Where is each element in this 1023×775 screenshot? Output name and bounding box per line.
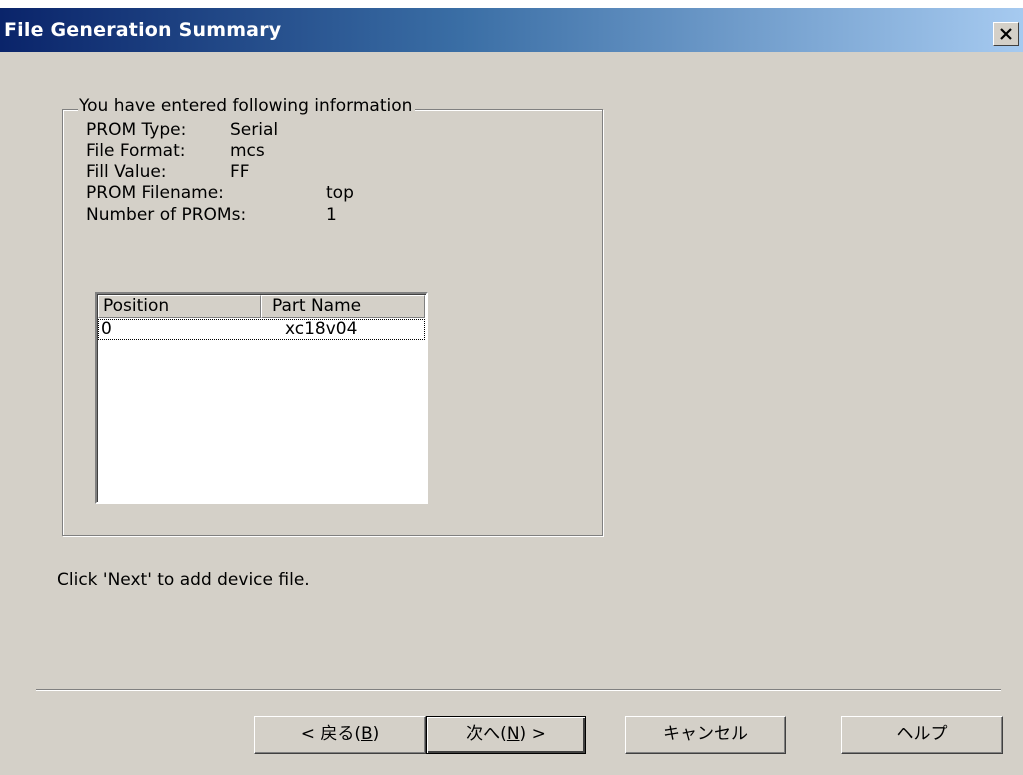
info-label: PROM Filename:	[86, 183, 224, 203]
info-value: FF	[230, 162, 250, 182]
list-header: Position Part Name	[98, 295, 425, 318]
column-header-position[interactable]: Position	[98, 295, 261, 318]
cell-position: 0	[101, 319, 112, 339]
title-bar[interactable]: File Generation Summary	[0, 8, 1023, 52]
info-label: Number of PROMs:	[86, 205, 247, 225]
info-value: 1	[326, 205, 337, 225]
column-header-label: Part Name	[272, 296, 362, 316]
info-label: PROM Type:	[86, 120, 187, 140]
close-icon	[1000, 28, 1012, 40]
info-label: File Format:	[86, 141, 186, 161]
dialog-body: You have entered following information P…	[0, 52, 1023, 775]
instruction-text: Click 'Next' to add device file.	[57, 570, 310, 590]
column-header-label: Position	[103, 296, 170, 316]
table-row[interactable]: 0 xc18v04	[98, 319, 425, 340]
column-header-part-name[interactable]: Part Name	[261, 295, 425, 318]
prom-list[interactable]: Position Part Name 0 xc18v04	[95, 292, 428, 504]
cancel-button[interactable]: キャンセル	[625, 716, 786, 754]
window-title: File Generation Summary	[4, 19, 282, 41]
info-label: Fill Value:	[86, 162, 167, 182]
divider	[36, 689, 1001, 691]
help-button[interactable]: ヘルプ	[841, 716, 1003, 754]
next-button[interactable]: 次へ(N) >	[426, 716, 586, 754]
info-value: Serial	[230, 120, 279, 140]
summary-group-title: You have entered following information	[78, 95, 416, 117]
info-value: top	[326, 183, 354, 203]
cell-part-name: xc18v04	[285, 319, 358, 339]
background-strip	[0, 0, 1023, 8]
close-button[interactable]	[993, 22, 1019, 46]
back-button[interactable]: < 戻る(B)	[254, 716, 426, 754]
info-value: mcs	[230, 141, 265, 161]
